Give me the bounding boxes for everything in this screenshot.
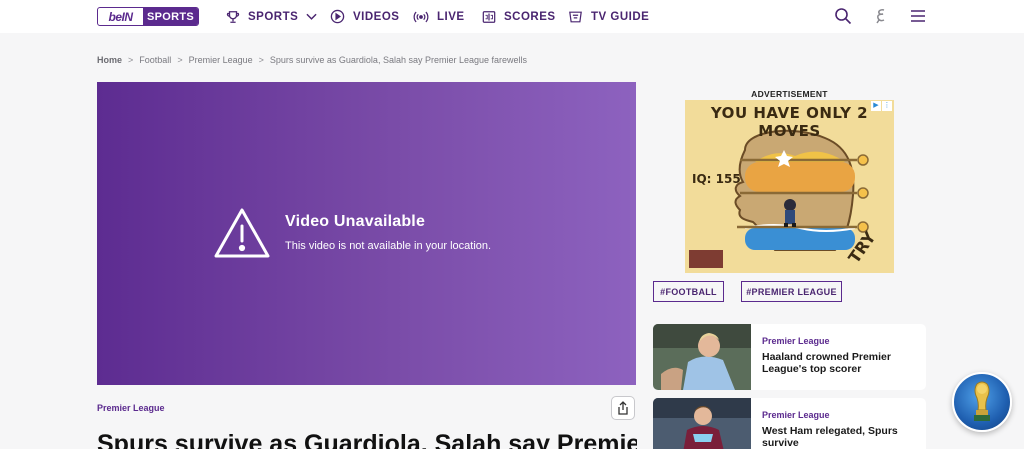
breadcrumb: Home > Football > Premier League > Spurs… — [97, 55, 527, 65]
ad-info-icon: ▶ — [871, 101, 881, 111]
nav-live[interactable]: LIVE — [413, 7, 465, 26]
ad-choices-badge[interactable]: ▶ ⋮ — [871, 101, 892, 111]
article-headline: Spurs survive as Guardiola, Salah say Pr… — [97, 430, 637, 449]
trophy-icon — [974, 381, 990, 421]
breadcrumb-home[interactable]: Home — [97, 55, 122, 65]
card-category: Premier League — [762, 336, 830, 346]
menu-icon[interactable] — [909, 7, 927, 25]
ad-more-icon: ⋮ — [882, 101, 892, 111]
tag-premier-league[interactable]: #PREMIER LEAGUE — [741, 281, 842, 302]
language-icon[interactable] — [872, 7, 890, 25]
advertisement-banner[interactable]: YOU HAVE ONLY 2 MOVES IQ: 155 TRY ▶ ⋮ — [685, 100, 894, 273]
nav-live-label: LIVE — [437, 10, 465, 23]
broadcast-icon — [413, 11, 429, 22]
nav-videos[interactable]: VIDEOS — [330, 7, 399, 26]
article-thumbnail — [653, 324, 751, 390]
nav-scores[interactable]: SCORES — [482, 7, 556, 26]
card-title: Haaland crowned Premier League's top sco… — [762, 351, 891, 375]
breadcrumb-premier-league[interactable]: Premier League — [189, 55, 253, 65]
logo-part-1: beIN — [108, 9, 133, 24]
related-article-card[interactable]: Premier League West Ham relegated, Spurs… — [653, 398, 926, 449]
ad-iq-label: IQ: 155 — [692, 172, 741, 186]
share-icon — [618, 401, 628, 415]
scoreboard-icon — [482, 10, 496, 23]
tv-icon — [569, 11, 582, 22]
warning-icon — [214, 208, 270, 258]
breadcrumb-football[interactable]: Football — [139, 55, 171, 65]
search-icon[interactable] — [834, 7, 852, 25]
nav-sports-label: SPORTS — [248, 10, 299, 23]
video-player[interactable]: Video Unavailable This video is not avai… — [97, 82, 636, 385]
nav-scores-label: SCORES — [504, 10, 556, 23]
chevron-down-icon — [306, 13, 317, 20]
card-category: Premier League — [762, 410, 830, 420]
related-article-card[interactable]: Premier League Haaland crowned Premier L… — [653, 324, 926, 390]
advertisement-label: ADVERTISEMENT — [751, 89, 828, 99]
article-category[interactable]: Premier League — [97, 403, 165, 413]
card-title: West Ham relegated, Spurs survive — [762, 425, 898, 449]
play-circle-icon — [330, 9, 345, 24]
article-thumbnail — [653, 398, 751, 449]
trophy-icon — [226, 10, 240, 23]
video-unavailable-title: Video Unavailable — [285, 213, 426, 230]
nav-tv-guide-label: TV GUIDE — [591, 10, 650, 23]
top-navigation-bar: beIN SPORTS SPORTS VIDEOS LIVE SCORES TV… — [0, 0, 1024, 33]
world-cup-floating-button[interactable] — [952, 372, 1012, 432]
nav-videos-label: VIDEOS — [353, 10, 400, 23]
breadcrumb-separator: > — [128, 55, 134, 65]
share-button[interactable] — [611, 396, 635, 420]
ad-headline: YOU HAVE ONLY 2 MOVES — [710, 104, 869, 140]
nav-tv-guide[interactable]: TV GUIDE — [568, 7, 649, 26]
breadcrumb-separator: > — [258, 55, 264, 65]
breadcrumb-current: Spurs survive as Guardiola, Salah say Pr… — [269, 55, 528, 65]
logo-part-2: SPORTS — [143, 8, 198, 25]
nav-sports[interactable]: SPORTS — [226, 7, 317, 26]
video-unavailable-message: This video is not available in your loca… — [285, 240, 492, 252]
bein-sports-logo[interactable]: beIN SPORTS — [97, 7, 199, 26]
breadcrumb-separator: > — [177, 55, 183, 65]
tag-football[interactable]: #FOOTBALL — [653, 281, 724, 302]
